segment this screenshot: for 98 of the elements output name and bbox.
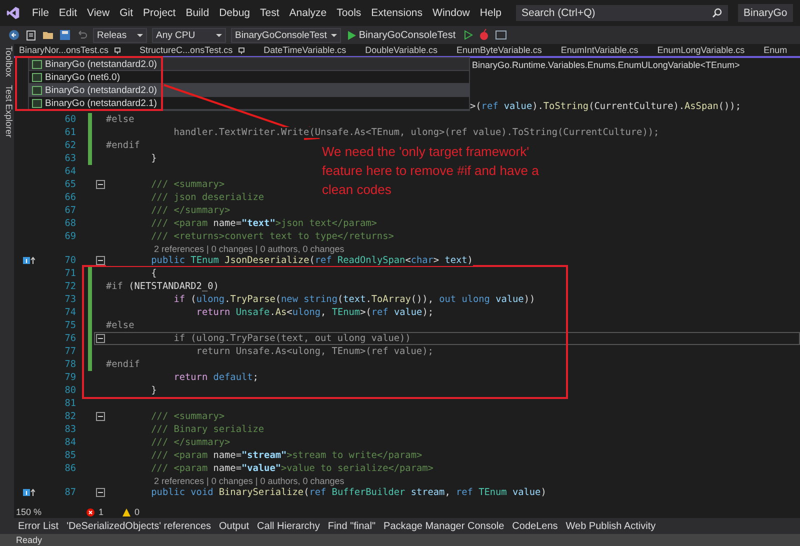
menu-item[interactable]: Extensions [371,7,423,19]
line-number: 84 [64,437,76,448]
file-tab[interactable]: StructureC...onsTest.cs [134,44,259,56]
error-icon [86,508,95,516]
window-icon[interactable] [494,29,507,41]
line-number: 64 [64,166,76,177]
file-tab[interactable]: DateTimeVariable.cs [258,44,360,56]
line-number: 63 [64,153,76,164]
line-number: 74 [64,307,76,318]
line-number: 71 [64,268,76,279]
annotation-text: We need the 'only target framework' feature here to remove #if and have a clean codes [322,143,540,199]
tool-window-tab[interactable]: Web Publish Activity [566,520,656,532]
menu-item[interactable]: Git [120,7,134,19]
implementation-icon[interactable] [23,256,35,265]
implementation-icon[interactable] [23,488,35,497]
menu-item[interactable]: Build [186,7,210,19]
line-number: 61 [64,127,76,138]
error-count[interactable]: 1 [98,507,104,517]
line-number: 81 [64,398,76,409]
file-tab[interactable]: EnumByteVariable.cs [452,44,556,56]
line-number: 77 [64,346,76,357]
codelens-text[interactable]: 2 references | 0 changes | 0 authors, 0 changes [154,244,344,254]
type-dropdown[interactable]: BinaryGo.Runtime.Variables.Enums.EnumULongVariable<TEnum> [472,60,740,70]
play-icon [348,30,356,40]
collapse-icon[interactable] [96,256,104,265]
search-icon [712,8,722,18]
tool-window-tab[interactable]: Error List [18,520,59,532]
menu-item[interactable]: Edit [58,7,78,19]
line-number: 79 [64,372,76,383]
line-number: 86 [64,463,76,474]
menu-item[interactable]: View [87,7,110,19]
project-dropdown[interactable]: BinaryGo (netstandard2.0) [29,58,469,71]
caret-icon [137,34,143,36]
menu-item[interactable]: Project [143,7,176,19]
line-number: 72 [64,281,76,292]
search-box[interactable]: Search (Ctrl+Q) [516,5,728,21]
line-number: 85 [64,450,76,461]
line-number: 80 [64,385,76,396]
back-icon[interactable] [8,29,20,41]
configuration-dropdown[interactable]: Releas [93,28,147,42]
line-number: 68 [64,218,76,229]
folder-icon[interactable] [42,29,54,41]
line-number: 66 [64,192,76,203]
collapse-icon[interactable] [96,334,104,343]
line-number: 67 [64,205,76,216]
save-icon[interactable] [59,29,71,41]
startup-project-dropdown[interactable]: BinaryGoConsoleTest [231,28,341,42]
line-number: 83 [64,424,76,435]
new-item-icon[interactable] [25,29,37,41]
line-number: 69 [64,231,76,242]
play-outline-icon[interactable] [462,30,473,40]
platform-dropdown[interactable]: Any CPU [152,28,226,42]
line-number: 60 [64,114,76,125]
line-number: 76 [64,333,76,344]
zoom-level[interactable]: 150 % [16,507,42,517]
status-text: Ready [16,535,42,545]
menu-item[interactable]: Analyze [289,7,327,19]
tool-window-tab[interactable]: Call Hierarchy [257,520,320,532]
tool-window-tab[interactable]: 'DeSerializedObjects' references [66,520,212,532]
caret-icon [330,34,337,36]
file-tab[interactable]: EnumIntVariable.cs [556,44,652,56]
tool-window-tab[interactable]: Package Manager Console [384,520,504,532]
file-tab[interactable]: DoubleVariable.cs [360,44,452,56]
collapse-icon[interactable] [96,412,104,421]
line-number: 78 [64,359,76,370]
menu-item[interactable]: Window [432,7,470,19]
collapse-icon[interactable] [96,488,104,497]
line-number: 82 [64,411,76,422]
caret-icon [216,34,222,36]
dropdown-option[interactable]: BinaryGo (netstandard2.0) [29,84,469,97]
solution-name: BinaryGo [738,4,794,22]
file-tab[interactable]: EnumLongVariable.cs [652,44,759,56]
menu-item[interactable]: Help [480,7,502,19]
dropdown-option[interactable]: BinaryGo (netstandard2.1) [29,97,469,110]
menu-item[interactable]: Debug [219,7,250,19]
app-logo-icon [6,6,20,20]
codelens-text[interactable]: 2 references | 0 changes | 0 authors, 0 changes [154,476,344,486]
line-number: 75 [64,320,76,331]
tool-window-tab[interactable]: Find "final" [328,520,376,532]
run-button[interactable]: BinaryGoConsoleTest [346,30,458,40]
line-number: 70 [64,255,76,266]
search-field[interactable]: Search (Ctrl+Q) [522,7,712,19]
menu-item[interactable]: Tools [336,7,362,19]
menu-item[interactable]: File [32,7,49,19]
collapse-icon[interactable] [96,180,104,189]
side-tab[interactable]: Toolbox [0,46,14,78]
line-number: 87 [64,487,76,498]
undo-icon[interactable] [76,29,88,41]
tool-window-tab[interactable]: Output [219,520,250,532]
side-tab[interactable]: Test Explorer [0,85,14,138]
line-number: 62 [64,140,76,151]
line-number: 65 [64,179,76,190]
tool-window-tab[interactable]: CodeLens [512,520,558,532]
menu-item[interactable]: Test [260,7,280,19]
file-tab[interactable]: Enum [758,44,800,56]
file-tab[interactable]: BinaryNor...onsTest.cs [14,44,135,56]
line-number: 73 [64,294,76,305]
warning-count[interactable]: 0 [134,507,140,517]
